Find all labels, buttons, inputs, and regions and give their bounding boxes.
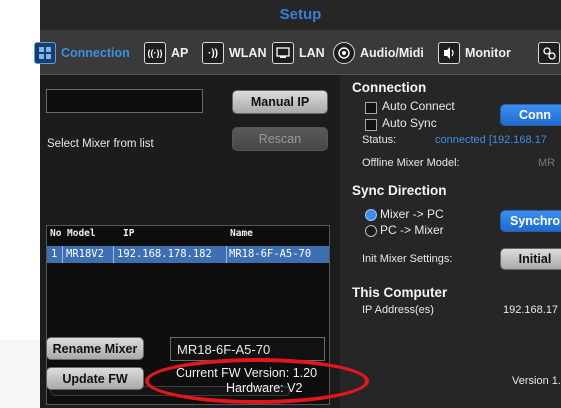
tab-ap[interactable]: ((·)) AP bbox=[144, 40, 188, 66]
connect-button[interactable]: Conn bbox=[500, 104, 561, 126]
rescan-label: Rescan bbox=[258, 132, 302, 146]
select-mixer-label: Select Mixer from list bbox=[47, 138, 154, 150]
header-model: Model bbox=[67, 228, 96, 239]
header-no: No bbox=[50, 228, 62, 239]
tab-g[interactable]: G bbox=[538, 40, 561, 66]
auto-connect-label: Auto Connect bbox=[382, 99, 455, 113]
mixer-grid-icon bbox=[34, 42, 56, 64]
tab-label: AP bbox=[171, 46, 189, 60]
speaker-icon bbox=[333, 42, 355, 64]
ip-input[interactable] bbox=[46, 89, 203, 113]
update-fw-label: Update FW bbox=[62, 371, 128, 386]
rescan-button[interactable]: Rescan bbox=[232, 127, 328, 151]
update-fw-button[interactable]: Update FW bbox=[46, 367, 144, 390]
access-point-icon: ((·)) bbox=[144, 42, 166, 64]
header-name: Name bbox=[230, 228, 253, 239]
tab-label: Connection bbox=[61, 46, 130, 60]
setup-window: Setup Connection ((·)) AP ·)) WLAN LAN A… bbox=[34, 0, 561, 408]
table-header: No Model IP Name bbox=[47, 226, 329, 242]
connection-heading: Connection bbox=[352, 80, 427, 95]
offline-model-value[interactable]: MR bbox=[538, 157, 555, 169]
auto-connect-checkbox[interactable] bbox=[365, 102, 377, 114]
tab-label: WLAN bbox=[229, 46, 267, 60]
sync-direction-heading: Sync Direction bbox=[352, 183, 447, 198]
tab-label: Monitor bbox=[465, 46, 511, 60]
window-title: Setup bbox=[279, 6, 322, 23]
mixer-to-pc-radio[interactable] bbox=[365, 209, 377, 221]
rename-mixer-button[interactable]: Rename Mixer bbox=[46, 337, 144, 360]
tab-lan[interactable]: LAN bbox=[272, 40, 325, 66]
tab-label: Audio/Midi bbox=[360, 46, 424, 60]
tab-monitor[interactable]: Monitor bbox=[438, 40, 511, 66]
initial-label: Initial bbox=[518, 252, 552, 266]
mixer-name-value: MR18-6F-A5-70 bbox=[177, 342, 271, 357]
init-settings-label: Init Mixer Settings: bbox=[362, 253, 453, 265]
synchronize-button[interactable]: Synchro bbox=[500, 210, 561, 232]
synchronize-label: Synchro bbox=[509, 214, 560, 228]
tab-connection[interactable]: Connection bbox=[34, 40, 130, 66]
auto-sync-checkbox[interactable] bbox=[365, 119, 377, 131]
version-text: Version 1.7 bbox=[512, 375, 561, 387]
highlight-ellipse bbox=[145, 358, 369, 404]
pc-to-mixer-label: PC -> Mixer bbox=[380, 223, 444, 237]
cell-model: MR18V2 bbox=[66, 248, 104, 260]
cell-name: MR18-6F-A5-70 bbox=[229, 248, 312, 260]
tab-label: LAN bbox=[299, 46, 325, 60]
manual-ip-label: Manual IP bbox=[250, 95, 310, 109]
title-bar: Setup bbox=[40, 0, 561, 30]
initial-button[interactable]: Initial bbox=[500, 248, 561, 270]
wifi-icon: ·)) bbox=[202, 42, 224, 64]
pc-to-mixer-radio[interactable] bbox=[365, 225, 377, 237]
gears-icon bbox=[538, 42, 560, 64]
tab-bar: Connection ((·)) AP ·)) WLAN LAN Audio/M… bbox=[34, 30, 561, 75]
mixer-to-pc-label: Mixer -> PC bbox=[380, 207, 444, 221]
cell-no: 1 bbox=[51, 248, 58, 260]
connection-settings-panel: Connection Auto Connect Auto Sync Conn S… bbox=[340, 75, 561, 408]
auto-sync-label: Auto Sync bbox=[382, 116, 437, 130]
monitor-icon bbox=[438, 42, 460, 64]
header-ip: IP bbox=[123, 228, 135, 239]
cell-ip: 192.168.178.182 bbox=[117, 248, 212, 260]
manual-ip-button[interactable]: Manual IP bbox=[232, 90, 328, 114]
tab-audio-midi[interactable]: Audio/Midi bbox=[333, 40, 424, 66]
ethernet-icon bbox=[272, 42, 294, 64]
connect-label: Conn bbox=[519, 108, 551, 122]
this-computer-heading: This Computer bbox=[352, 285, 448, 300]
offline-model-label: Offline Mixer Model: bbox=[362, 157, 460, 169]
tab-wlan[interactable]: ·)) WLAN bbox=[202, 40, 267, 66]
rename-mixer-label: Rename Mixer bbox=[52, 341, 138, 356]
ip-addresses-label: IP Address(es) bbox=[362, 304, 434, 316]
table-row[interactable]: 1 MR18V2 192.168.178.182 MR18-6F-A5-70 bbox=[47, 246, 329, 263]
status-value: connected [192.168.17 bbox=[435, 134, 547, 146]
status-label: Status: bbox=[362, 134, 397, 146]
ip-addresses-value: 192.168.17 bbox=[503, 304, 559, 316]
